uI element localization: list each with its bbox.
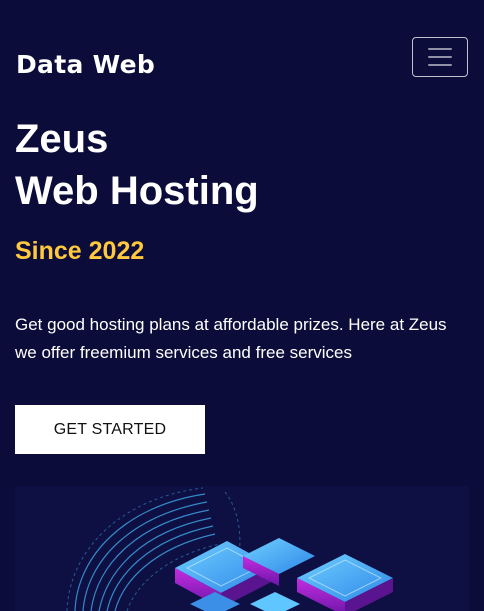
get-started-button[interactable]: GET STARTED — [15, 405, 205, 454]
server-block-3 — [297, 554, 393, 611]
brand-logo[interactable]: Data Web — [16, 50, 155, 80]
navbar: Data Web — [15, 37, 468, 80]
hosting-illustration — [15, 486, 469, 611]
hero-since-text: Since 2022 — [15, 237, 145, 265]
hero-title-line-2: Web Hosting — [15, 169, 259, 213]
hero-description: Get good hosting plans at affordable pri… — [15, 315, 447, 362]
server-stack-illustration-icon — [66, 487, 393, 611]
hero-title: Zeus Web Hosting — [15, 113, 259, 217]
hero-title-line-1: Zeus — [15, 117, 109, 161]
page: Data Web Zeus Web Hosting Since 2022 Get… — [0, 0, 484, 611]
hamburger-icon — [428, 48, 452, 66]
menu-toggle-button[interactable] — [412, 37, 468, 77]
